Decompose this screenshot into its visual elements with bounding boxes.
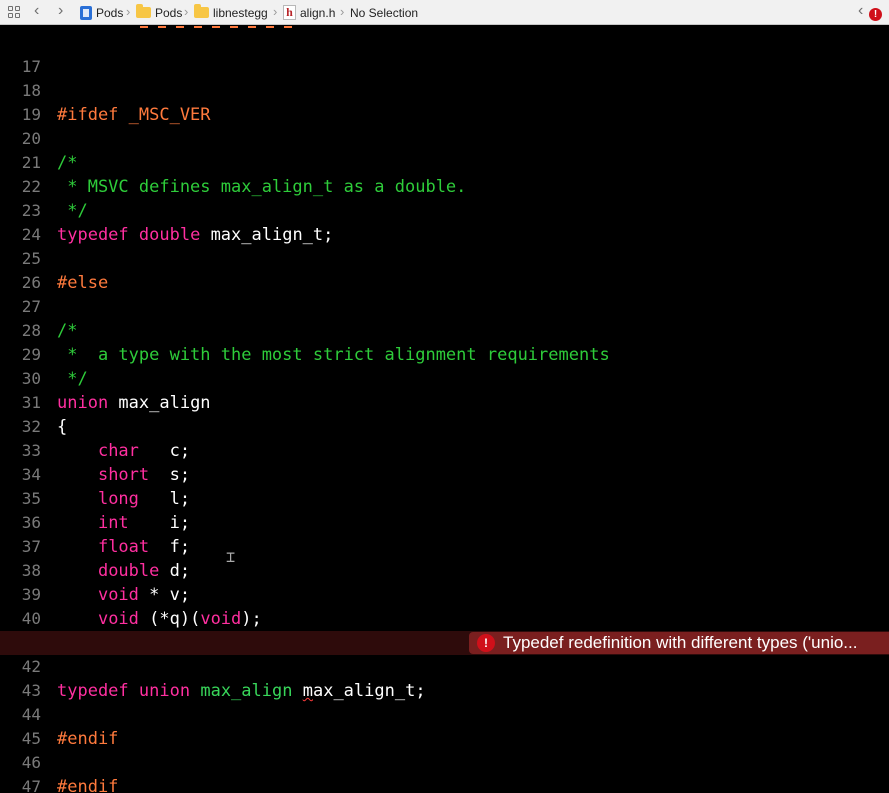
related-items-grid-icon[interactable]: [8, 6, 21, 19]
code-line: 46 #endif: [0, 727, 889, 793]
breadcrumb-label: Pods: [96, 5, 124, 20]
code-line: 32 char c;: [0, 391, 889, 461]
code-line: 48: [0, 775, 889, 793]
breadcrumb-file[interactable]: h align.h: [283, 0, 335, 25]
code-line: 17: [0, 31, 889, 76]
code-line: 40 };: [0, 583, 889, 653]
error-icon: !: [869, 8, 882, 21]
code-line: 24: [0, 199, 889, 244]
code-line: 34 long l;: [0, 439, 889, 509]
code-line: 36 float f;: [0, 487, 889, 557]
error-message-banner[interactable]: ! Typedef redefinition with different ty…: [469, 632, 889, 654]
error-icon: !: [477, 634, 495, 652]
code-line: 43: [0, 655, 889, 700]
header-file-icon: h: [283, 5, 296, 20]
breadcrumb-separator-icon: ›: [340, 4, 345, 19]
breadcrumb-project[interactable]: Pods: [80, 0, 123, 25]
breadcrumb-group-pods[interactable]: Pods: [136, 0, 182, 25]
text-cursor-ibeam-icon: ⌶: [226, 548, 236, 566]
code-line: 21 * MSVC defines max_align_t as a doubl…: [0, 127, 889, 197]
breadcrumb-separator-icon: ›: [126, 4, 131, 19]
code-line: 19: [0, 79, 889, 124]
folder-icon: [194, 4, 209, 18]
code-line: 20 /*: [0, 103, 889, 173]
code-line: 35 int i;: [0, 463, 889, 533]
breadcrumb-label: Pods: [155, 5, 183, 20]
code-line-error: 42 typedef union max_align max_align_t; …: [0, 631, 889, 701]
code-line: 30 union max_align: [0, 343, 889, 413]
code-line: 45: [0, 703, 889, 748]
error-message-text: Typedef redefinition with different type…: [503, 633, 858, 652]
code-line: 39 void (*q)(void);: [0, 559, 889, 629]
forward-arrow-icon[interactable]: ›: [58, 2, 63, 20]
back-arrow-icon[interactable]: ‹: [34, 2, 39, 20]
breadcrumb-label: align.h: [300, 5, 336, 20]
code-line: 29 */: [0, 319, 889, 389]
previous-issue-arrow-icon[interactable]: ‹: [858, 2, 863, 20]
folder-icon: [136, 4, 151, 18]
xcode-project-icon: [80, 5, 92, 20]
code-line: 47: [0, 751, 889, 793]
jump-bar: ‹ › Pods › Pods › libnestegg › h align.h…: [0, 0, 889, 25]
breadcrumb-label: No Selection: [350, 5, 419, 20]
previous-line-remnant: [140, 26, 300, 28]
code-line: 38 void * v;: [0, 535, 889, 605]
breadcrumb-label: libnestegg: [213, 5, 268, 20]
code-line: 26: [0, 247, 889, 292]
breadcrumb-group-libnestegg[interactable]: libnestegg: [194, 0, 268, 25]
breadcrumb-symbol[interactable]: No Selection: [350, 0, 418, 25]
breadcrumb-separator-icon: ›: [273, 4, 278, 19]
code-line: 33 short s;: [0, 415, 889, 485]
code-line: 44 #endif: [0, 679, 889, 749]
code-line: 41: [0, 607, 889, 652]
code-line: 37 double d;: [0, 511, 889, 581]
code-line: 23 typedef double max_align_t;: [0, 175, 889, 245]
breadcrumb-separator-icon: ›: [184, 4, 189, 19]
code-line: 31 {: [0, 367, 889, 437]
code-line: 27 /*: [0, 271, 889, 341]
code-line: 22 */: [0, 151, 889, 221]
code-line: 28 * a type with the most strict alignme…: [0, 295, 889, 365]
source-editor[interactable]: 17 18 #ifdef _MSC_VER 19 20 /* 21 * MSVC…: [0, 26, 889, 793]
issue-indicator[interactable]: !: [869, 6, 882, 21]
code-line: 25 #else: [0, 223, 889, 293]
code-line: 18 #ifdef _MSC_VER: [0, 55, 889, 125]
